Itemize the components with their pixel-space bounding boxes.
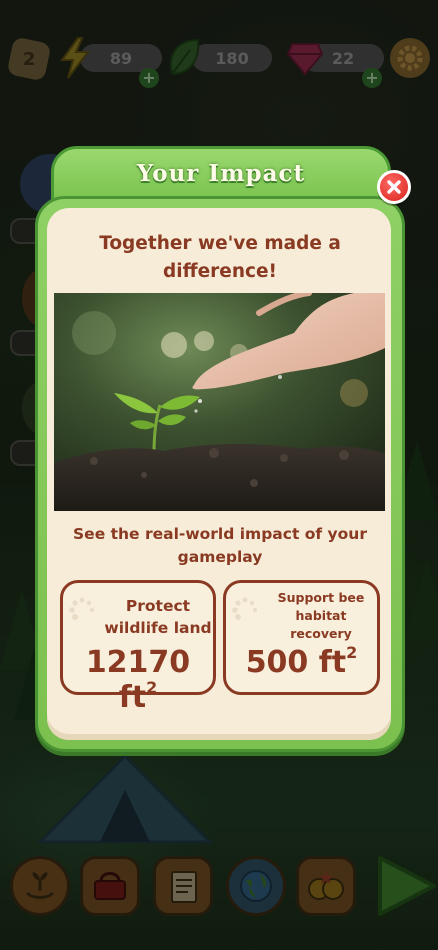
- close-icon: [387, 180, 401, 194]
- card-label: Support bee habitat recovery: [277, 590, 365, 641]
- impact-card-wildlife-land: Protect wildlife land 12170 ft2: [60, 580, 216, 715]
- impact-card-bee-habitat: Support bee habitat recovery 500 ft2: [223, 580, 380, 695]
- modal-title: Your Impact: [136, 160, 306, 187]
- loading-spinner-icon: [232, 597, 257, 620]
- close-button[interactable]: [377, 170, 411, 204]
- impact-headline: Together we've made a difference!: [99, 233, 341, 282]
- card-label: Protect wildlife land: [104, 597, 212, 637]
- loading-spinner-icon: [69, 597, 94, 620]
- card-value: 12170 ft2: [85, 645, 191, 715]
- impact-subhead: See the real-world impact of your gamepl…: [73, 525, 367, 566]
- seedling-watering-photo: [54, 293, 385, 511]
- card-value: 500 ft2: [245, 643, 358, 680]
